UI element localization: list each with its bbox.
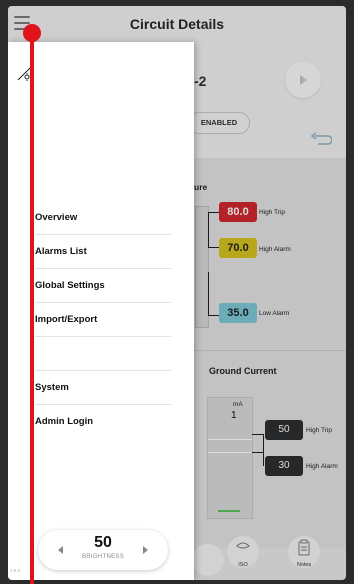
menu-item-alarms-list[interactable]: Alarms List — [35, 246, 87, 257]
menu-divider — [35, 404, 171, 405]
overlay-pointer-dot — [23, 24, 41, 42]
page-title: Circuit Details — [129, 16, 225, 32]
brightness-control: 50 BRIGHTNESS — [38, 530, 168, 570]
menu-divider — [35, 268, 171, 269]
app-header: Circuit Details — [8, 6, 346, 42]
brightness-label: BRIGHTNESS — [81, 554, 124, 560]
app-version: 1.8.3 — [10, 568, 21, 573]
menu-divider — [35, 234, 171, 235]
device-frame: Circuit Details -2 ENABLED ure 80.0 High… — [0, 0, 354, 584]
menu-item-system[interactable]: System — [35, 382, 69, 393]
menu-item-import-export[interactable]: Import/Export — [35, 314, 97, 325]
overlay-pointer-line — [30, 28, 34, 584]
menu-item-overview[interactable]: Overview — [35, 212, 77, 223]
menu-item-admin-login[interactable]: Admin Login — [35, 416, 93, 427]
menu-item-global-settings[interactable]: Global Settings — [35, 280, 105, 291]
increase-brightness-icon[interactable] — [143, 546, 148, 554]
menu-divider — [35, 302, 171, 303]
menu-divider — [35, 370, 171, 371]
app-screen: Circuit Details -2 ENABLED ure 80.0 High… — [8, 6, 346, 580]
brightness-value: 50 — [94, 534, 112, 551]
menu-divider — [35, 336, 171, 337]
navigation-drawer: Overview Alarms List Global Settings Imp… — [8, 42, 194, 580]
